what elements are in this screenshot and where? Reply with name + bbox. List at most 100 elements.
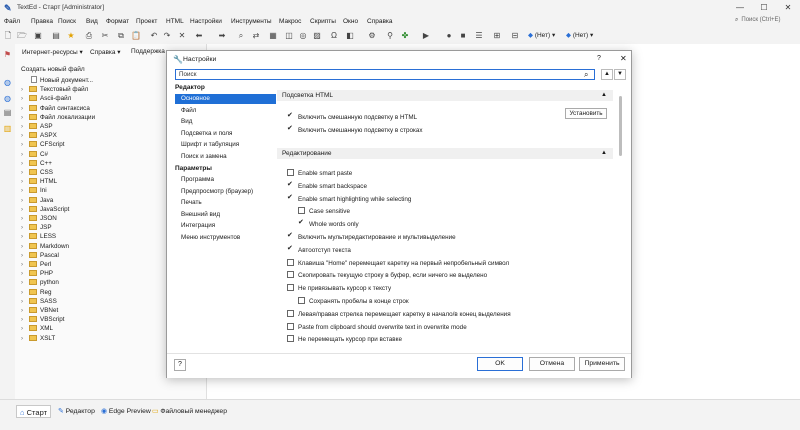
- menu-format[interactable]: Формат: [106, 18, 129, 25]
- settings-scrollbar-thumb[interactable]: [619, 96, 622, 156]
- menu-window[interactable]: Окно: [343, 18, 358, 25]
- category-item[interactable]: Интеграция: [175, 221, 276, 231]
- menu-edit[interactable]: Правка: [31, 18, 53, 25]
- option-checkbox[interactable]: [287, 231, 294, 241]
- option-row[interactable]: Включить мультиредактирование и мультивы…: [287, 231, 456, 243]
- tree-item[interactable]: › LESS: [21, 232, 56, 241]
- option-row[interactable]: Сохранять пробелы в конце строк: [298, 297, 409, 307]
- redo-icon[interactable]: ↷: [162, 30, 172, 41]
- undo-icon[interactable]: ↶: [149, 30, 159, 41]
- tree-item[interactable]: › Markdown: [21, 242, 69, 251]
- tree-item[interactable]: › XML: [21, 324, 53, 333]
- paste-icon[interactable]: 📋: [131, 30, 141, 41]
- option-checkbox[interactable]: [287, 284, 294, 292]
- menu-view[interactable]: Вид: [86, 18, 98, 25]
- menu-project[interactable]: Проект: [136, 18, 157, 25]
- option-checkbox[interactable]: [287, 244, 294, 254]
- open-browser-icon[interactable]: ◎: [298, 30, 308, 41]
- color-picker-icon[interactable]: ◧: [345, 30, 355, 41]
- option-row[interactable]: Enable smart paste: [287, 169, 352, 179]
- stop-macro-icon[interactable]: ■: [458, 30, 468, 41]
- find-icon[interactable]: ⌕: [236, 30, 246, 41]
- menu-help[interactable]: Справка: [367, 18, 393, 25]
- option-checkbox[interactable]: [298, 207, 305, 215]
- tree-item[interactable]: › Reg: [21, 288, 52, 297]
- option-row[interactable]: Скопировать текущую строку в буфер, если…: [287, 271, 487, 281]
- search-input[interactable]: ⌕ Поиск (Ctrl+E): [735, 17, 795, 27]
- close-icon[interactable]: ✕: [776, 0, 800, 16]
- category-item[interactable]: Печать: [175, 198, 276, 208]
- tree-item[interactable]: › JavaScript: [21, 205, 69, 214]
- option-row[interactable]: Левая/правая стрелка перемещает каретку …: [287, 309, 511, 320]
- play-macro-icon[interactable]: ▶: [421, 30, 431, 41]
- cancel-button[interactable]: Отмена: [529, 357, 575, 371]
- dialog-close-icon[interactable]: ✕: [620, 54, 627, 63]
- print-icon[interactable]: ⎙: [84, 30, 94, 41]
- category-item[interactable]: Меню инструментов: [175, 233, 276, 243]
- tree-item[interactable]: Новый документ...: [21, 76, 93, 85]
- open-folder-icon[interactable]: 🗁: [17, 30, 27, 41]
- dialog-help-button[interactable]: ?: [597, 55, 601, 62]
- option-checkbox[interactable]: [298, 297, 305, 304]
- option-checkbox[interactable]: [287, 322, 294, 330]
- section-html-highlighting[interactable]: Подсветка HTML ▲: [277, 90, 613, 101]
- internet-resources-dropdown[interactable]: Интернет-ресурсы ▾: [22, 48, 83, 56]
- special-char-icon[interactable]: Ω: [329, 30, 339, 41]
- tree-item[interactable]: › SASS: [21, 297, 57, 306]
- go-forward-icon[interactable]: ➡: [217, 30, 227, 41]
- tree-item[interactable]: › JSP: [21, 223, 52, 232]
- tree-item[interactable]: › Файл локализации: [21, 113, 95, 122]
- tree-item[interactable]: › Текстовый файл: [21, 85, 88, 94]
- option-row[interactable]: Enable smart highlighting while selectin…: [287, 193, 411, 205]
- copy-icon[interactable]: ⧉: [116, 30, 126, 41]
- tab-edge-preview[interactable]: ◉ Edge Preview: [98, 405, 154, 418]
- new-file-icon[interactable]: 🗋: [3, 30, 13, 41]
- cut-icon[interactable]: ✂: [100, 30, 110, 41]
- option-row[interactable]: Whole words only: [298, 218, 359, 230]
- favorite-icon[interactable]: ★: [66, 30, 76, 41]
- spellcheck-icon[interactable]: ⚙: [367, 30, 377, 41]
- option-checkbox[interactable]: [287, 309, 294, 317]
- tree-item[interactable]: › CSS: [21, 168, 53, 177]
- pin-icon[interactable]: ⚲: [385, 30, 395, 41]
- option-checkbox[interactable]: [287, 180, 294, 190]
- syntax-dropdown[interactable]: ◆ (Нет) ▾: [528, 31, 555, 39]
- category-item[interactable]: Шрифт и табуляция: [175, 140, 276, 150]
- category-item[interactable]: Внешний вид: [175, 210, 276, 220]
- menu-search[interactable]: Поиск: [58, 18, 76, 25]
- ascii-table-icon[interactable]: ▦: [268, 30, 278, 41]
- tree-item[interactable]: › Ascii-файл: [21, 94, 71, 103]
- option-checkbox[interactable]: [287, 193, 294, 203]
- tree-item[interactable]: › VBScript: [21, 315, 65, 324]
- category-item[interactable]: Программа: [175, 175, 276, 185]
- menu-file[interactable]: Файл: [4, 18, 20, 25]
- globe-icon[interactable]: ◍: [3, 78, 12, 87]
- menu-scripts[interactable]: Скрипты: [310, 18, 336, 25]
- tree-item[interactable]: › python: [21, 278, 59, 287]
- replace-icon[interactable]: ⇄: [251, 30, 261, 41]
- tree-item[interactable]: › CFScript: [21, 140, 65, 149]
- record-macro-icon[interactable]: ●: [444, 30, 454, 41]
- encoding-dropdown[interactable]: ◆ (Нет) ▾: [566, 31, 593, 39]
- tree-item[interactable]: › C#: [21, 150, 48, 159]
- option-checkbox[interactable]: [287, 271, 294, 279]
- bookmarks-icon[interactable]: ⚑: [3, 50, 12, 59]
- option-row[interactable]: Paste from clipboard should overwrite te…: [287, 322, 467, 333]
- apply-button[interactable]: Применить: [579, 357, 625, 371]
- option-row[interactable]: Не привязывать курсор к тексту: [287, 284, 391, 294]
- tab-editor[interactable]: ✎ Редактор: [55, 405, 98, 418]
- option-checkbox[interactable]: [287, 111, 294, 121]
- category-item[interactable]: Предпросмотр (браузер): [175, 187, 276, 197]
- section-editing[interactable]: Редактирование ▲: [277, 148, 613, 159]
- tree-item[interactable]: › ASPX: [21, 131, 57, 140]
- image-icon[interactable]: ▨: [312, 30, 322, 41]
- macro-list-icon[interactable]: ☰: [474, 30, 484, 41]
- tree-item[interactable]: › Java: [21, 196, 53, 205]
- help-dropdown[interactable]: Справка ▾: [90, 48, 121, 56]
- save-all-icon[interactable]: ▤: [51, 30, 61, 41]
- tree-item[interactable]: › Pascal: [21, 251, 59, 260]
- menu-macro[interactable]: Макрос: [279, 18, 301, 25]
- option-row[interactable]: Enable smart backspace: [287, 180, 367, 192]
- tree-item[interactable]: › Perl: [21, 260, 51, 269]
- support-dropdown[interactable]: Поддержка: [131, 48, 165, 55]
